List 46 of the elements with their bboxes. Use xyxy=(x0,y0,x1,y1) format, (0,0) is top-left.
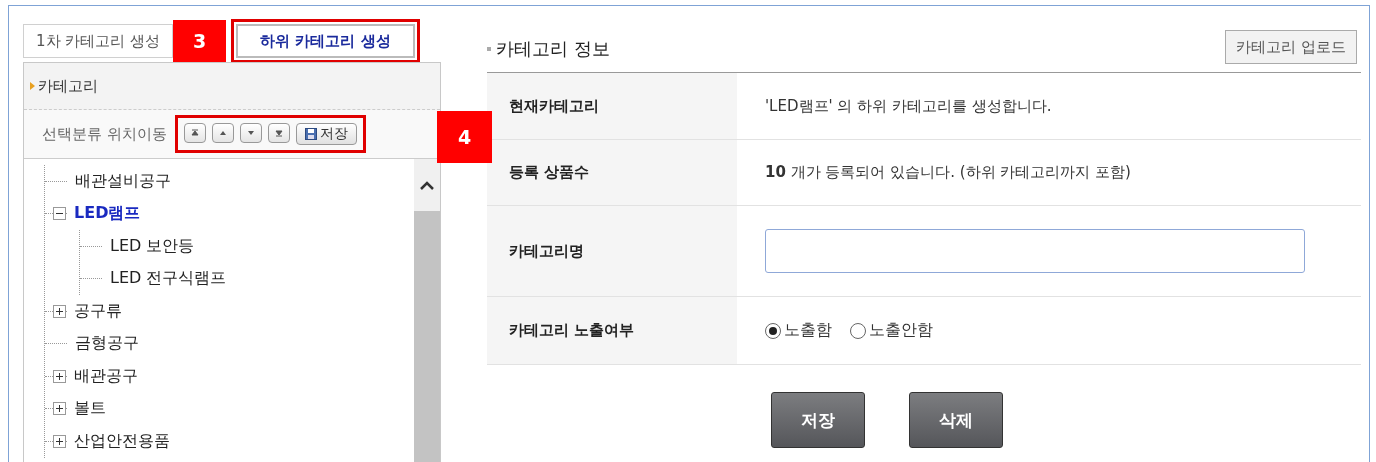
move-top-button[interactable] xyxy=(183,123,206,143)
section-title: 카테고리 정보 xyxy=(496,37,610,61)
tab[interactable]: 1차 카테고리 생성 xyxy=(23,24,174,58)
input-field[interactable] xyxy=(765,229,1305,273)
field-label: 등록 상품수 xyxy=(487,140,737,205)
panel-title: 카테고리 xyxy=(38,76,98,96)
collapse-icon[interactable] xyxy=(53,207,66,221)
radio-button[interactable] xyxy=(765,322,781,339)
field-value: 10 개가 등록되어 있습니다. (하위 카테고리까지 포함) xyxy=(765,163,1131,182)
tree-item[interactable]: 볼트 xyxy=(74,398,106,420)
expand-icon[interactable] xyxy=(53,369,66,383)
radio-label: 노출안함 xyxy=(869,320,933,341)
expand-icon[interactable] xyxy=(53,304,66,318)
tree-item[interactable]: 배관설비공구 xyxy=(75,170,171,192)
tree-item[interactable]: 금형공구 xyxy=(75,333,139,355)
move-bottom-button[interactable] xyxy=(267,123,290,143)
field-value: 'LED램프' 의 하위 카테고리를 생성합니다. xyxy=(765,96,1052,116)
bullet-icon xyxy=(487,47,491,51)
delete-button[interactable]: 삭제 xyxy=(909,392,1003,448)
tree-item[interactable]: LED 보안등 xyxy=(110,235,195,257)
save-button[interactable]: 저장 xyxy=(771,392,865,448)
expand-icon[interactable] xyxy=(53,402,66,416)
field-label: 카테고리 노출여부 xyxy=(487,297,737,364)
save-icon xyxy=(304,128,317,140)
tree-item[interactable]: 공구류 xyxy=(74,300,122,322)
radio-button[interactable] xyxy=(850,322,866,339)
move-up-button[interactable] xyxy=(211,123,234,143)
upload-button[interactable]: 카테고리 업로드 xyxy=(1225,30,1357,64)
toolbar-label: 선택분류 위치이동 xyxy=(42,124,167,144)
scrollbar[interactable] xyxy=(414,159,440,462)
down-arrow-icon xyxy=(272,127,285,139)
tree-item[interactable]: 배관공구 xyxy=(74,365,138,387)
up-arrow-icon xyxy=(188,127,201,139)
radio-label: 노출함 xyxy=(784,320,832,341)
bullet-icon xyxy=(30,82,35,90)
move-down-button[interactable] xyxy=(239,123,262,143)
step-badge: 4 xyxy=(437,111,492,163)
field-label: 카테고리명 xyxy=(487,206,737,296)
tree-item[interactable]: 산업안전용품 xyxy=(74,430,170,452)
expand-icon[interactable] xyxy=(53,434,66,448)
save-button[interactable]: 저장 xyxy=(295,123,357,145)
step-badge: 3 xyxy=(173,20,227,62)
field-label: 현재카테고리 xyxy=(487,73,737,139)
tree-item[interactable]: LED램프 xyxy=(74,203,141,225)
scroll-up-icon[interactable] xyxy=(419,180,435,190)
tree-item[interactable]: LED 전구식램프 xyxy=(110,268,227,290)
